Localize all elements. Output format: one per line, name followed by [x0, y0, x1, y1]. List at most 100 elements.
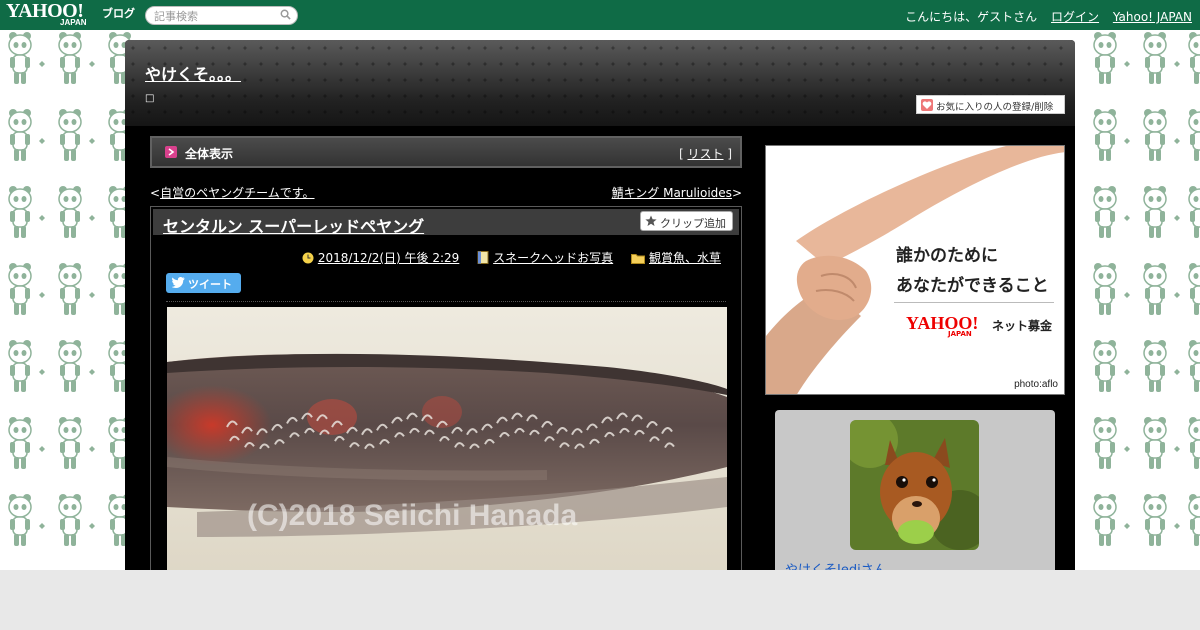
- star-pattern-mark: [482, 45, 488, 51]
- yahoo-donation-ad[interactable]: 誰かのために あなたができること YAHOO! JAPAN ネット募金 phot…: [765, 145, 1065, 395]
- diamond-pattern-icon: [89, 210, 95, 221]
- star-pattern-mark: [338, 109, 344, 115]
- diamond-pattern-icon: [39, 133, 45, 144]
- star-pattern-mark: [290, 77, 296, 83]
- diamond-pattern-icon: [1124, 133, 1130, 144]
- article-date-link[interactable]: 2018/12/2(日) 午後 2:29: [318, 251, 459, 265]
- star-pattern-mark: [498, 61, 504, 67]
- prev-article: <自営のペヤングチームです。: [150, 184, 315, 201]
- star-pattern-mark: [786, 77, 792, 83]
- next-article-link[interactable]: 鯖キング Marulioides: [612, 186, 732, 200]
- notebook-icon: [477, 251, 489, 264]
- star-pattern-mark: [770, 45, 776, 51]
- user-links: こんにちは、ゲストさん ログイン Yahoo! JAPAN: [905, 8, 1192, 25]
- panda-pattern-icon: [1140, 492, 1170, 548]
- panda-pattern-icon: [5, 338, 35, 394]
- yahoo-blog-logo[interactable]: YAHOO! JAPAN ブログ: [6, 1, 135, 27]
- greeting-text: こんにちは、ゲストさん: [905, 10, 1038, 24]
- star-pattern-mark: [226, 45, 232, 51]
- star-pattern-mark: [178, 93, 184, 99]
- squirrel-avatar-image: [850, 420, 979, 550]
- star-pattern-mark: [418, 109, 424, 115]
- star-pattern-mark: [754, 93, 760, 99]
- list-link[interactable]: リスト: [687, 147, 723, 161]
- panda-pattern-icon: [1185, 261, 1200, 317]
- panda-pattern-icon: [1140, 30, 1170, 86]
- star-pattern-mark: [210, 45, 216, 51]
- fish-photo[interactable]: (C)2018 Seiichi Hanada: [167, 307, 727, 577]
- star-pattern-mark: [578, 61, 584, 67]
- star-pattern-mark: [562, 109, 568, 115]
- star-pattern-mark: [258, 93, 264, 99]
- star-pattern-mark: [354, 61, 360, 67]
- login-link[interactable]: ログイン: [1051, 10, 1099, 24]
- star-pattern-mark: [290, 61, 296, 67]
- star-pattern-mark: [578, 77, 584, 83]
- star-pattern-mark: [466, 45, 472, 51]
- star-pattern-mark: [178, 109, 184, 115]
- next-arrow: >: [731, 186, 742, 200]
- star-pattern-mark: [690, 45, 696, 51]
- star-pattern-mark: [514, 61, 520, 67]
- star-pattern-mark: [626, 109, 632, 115]
- panda-pattern-icon: [5, 261, 35, 317]
- article-search-input[interactable]: [154, 9, 274, 23]
- article-folder-link[interactable]: 観賞魚、水草: [649, 251, 721, 265]
- star-pattern-mark: [306, 45, 312, 51]
- star-pattern-mark: [850, 45, 856, 51]
- star-pattern-mark: [674, 109, 680, 115]
- star-pattern-mark: [754, 109, 760, 115]
- star-pattern-mark: [626, 93, 632, 99]
- clip-add-button[interactable]: クリップ追加: [640, 211, 733, 231]
- star-pattern-mark: [290, 45, 296, 51]
- diamond-pattern-icon: [1174, 210, 1180, 221]
- prev-article-link[interactable]: 自営のペヤングチームです。: [160, 186, 314, 200]
- list-view-toggle: [ リスト ]: [679, 145, 732, 162]
- star-pattern-mark: [418, 93, 424, 99]
- star-pattern-mark: [658, 61, 664, 67]
- star-pattern-mark: [418, 45, 424, 51]
- star-pattern-mark: [402, 45, 408, 51]
- star-pattern-mark: [674, 77, 680, 83]
- star-pattern-mark: [546, 45, 552, 51]
- top-navigation-bar: YAHOO! JAPAN ブログ こんにちは、ゲストさん ログイン Yahoo!…: [0, 0, 1200, 30]
- search-icon[interactable]: [280, 9, 291, 20]
- panda-pattern-icon: [1140, 107, 1170, 163]
- star-pattern-mark: [722, 45, 728, 51]
- star-pattern-mark: [482, 61, 488, 67]
- star-pattern-mark: [1026, 45, 1032, 51]
- star-pattern-mark: [850, 109, 856, 115]
- avatar[interactable]: [850, 420, 979, 550]
- star-pattern-mark: [306, 109, 312, 115]
- article-search-box: [145, 6, 298, 25]
- star-pattern-mark: [738, 93, 744, 99]
- star-pattern-mark: [978, 45, 984, 51]
- star-pattern-mark: [434, 93, 440, 99]
- star-pattern-mark: [626, 61, 632, 67]
- star-pattern-mark: [994, 61, 1000, 67]
- panda-pattern-icon: [5, 415, 35, 471]
- favorite-register-button[interactable]: お気に入りの人の登録/削除: [916, 95, 1065, 114]
- star-pattern-mark: [754, 45, 760, 51]
- panda-pattern-icon: [5, 107, 35, 163]
- star-pattern-mark: [178, 45, 184, 51]
- blog-title[interactable]: やけくそ。。。: [145, 61, 241, 85]
- star-pattern-mark: [306, 77, 312, 83]
- article-category-link[interactable]: スネークヘッドお写真: [493, 251, 613, 265]
- article-title[interactable]: センタルン スーパーレッドペヤング: [163, 213, 424, 237]
- star-pattern-mark: [610, 109, 616, 115]
- ad-yahoo-japan-text: JAPAN: [948, 330, 972, 338]
- star-pattern-mark: [578, 109, 584, 115]
- page-bottom-band: [0, 570, 1200, 630]
- star-pattern-mark: [274, 77, 280, 83]
- profile-box: やけくそJediさん: [775, 410, 1055, 580]
- star-pattern-mark: [674, 93, 680, 99]
- panda-pattern-icon: [1140, 338, 1170, 394]
- star-pattern-mark: [274, 61, 280, 67]
- star-pattern-mark: [370, 77, 376, 83]
- panda-pattern-icon: [1140, 415, 1170, 471]
- star-pattern-mark: [706, 61, 712, 67]
- snakehead-fish-image: [167, 307, 727, 577]
- yahoo-japan-link[interactable]: Yahoo! JAPAN: [1113, 10, 1192, 24]
- tweet-button[interactable]: ツイート: [166, 273, 241, 293]
